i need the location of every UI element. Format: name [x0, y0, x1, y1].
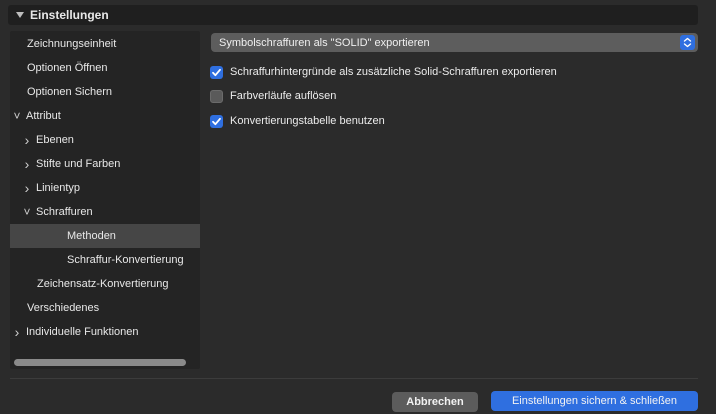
tree-item-label: Schraffur-Konvertierung [67, 254, 184, 266]
option-label: Schraffurhintergründe als zusätzliche So… [230, 66, 557, 78]
checkbox-icon[interactable] [210, 89, 223, 103]
chevron-down-icon[interactable]: ˅ [22, 205, 32, 219]
option-use-conversion-table[interactable]: Konvertierungstabelle benutzen [210, 113, 385, 129]
section-title: Einstellungen [30, 8, 109, 22]
tree-item[interactable]: Methoden [10, 224, 200, 248]
tree-item[interactable]: › Linientyp [10, 176, 200, 200]
tree-item-label: Attribut [26, 110, 61, 122]
horizontal-scrollbar[interactable] [10, 355, 200, 369]
tree-item-label: Stifte und Farben [36, 158, 121, 170]
tree-item[interactable]: › Individuelle Funktionen [10, 320, 200, 344]
checkbox-icon[interactable] [210, 65, 223, 79]
tree-item-label: Linientyp [36, 182, 81, 194]
tree-item[interactable]: Zeichnungseinheit [10, 32, 200, 56]
chevron-right-icon[interactable]: › [22, 180, 32, 196]
chevron-right-icon[interactable]: › [12, 324, 22, 340]
tree-item[interactable]: › Stifte und Farben [10, 152, 200, 176]
tree-item[interactable]: ˅ Attribut [10, 104, 200, 128]
chevron-right-icon[interactable]: › [22, 132, 32, 148]
option-label: Konvertierungstabelle benutzen [230, 115, 385, 127]
tree-item-label: Schraffuren [36, 206, 93, 218]
option-label: Farbverläufe auflösen [230, 90, 337, 102]
tree-item[interactable]: Verschiedenes [10, 296, 200, 320]
tree-item-label: Methoden [67, 230, 116, 242]
symbol-hatch-export-select[interactable]: Symbolschraffuren als "SOLID" exportiere… [211, 33, 698, 52]
option-hatch-backgrounds[interactable]: Schraffurhintergründe als zusätzliche So… [210, 64, 557, 80]
tree-item[interactable]: Optionen Sichern [10, 80, 200, 104]
settings-tree: Zeichnungseinheit Optionen Öffnen Optionen… [10, 31, 200, 369]
footer-divider [10, 378, 698, 379]
chevron-right-icon[interactable]: › [22, 156, 32, 172]
select-value: Symbolschraffuren als "SOLID" exportiere… [219, 36, 430, 49]
tree-item-label: Individuelle Funktionen [26, 326, 139, 338]
tree-item-label: Zeichensatz-Konvertierung [37, 278, 169, 290]
scrollbar-thumb[interactable] [14, 359, 186, 366]
tree-item[interactable]: Zeichensatz-Konvertierung [10, 272, 200, 296]
tree-item[interactable]: Schraffur-Konvertierung [10, 248, 200, 272]
tree-item[interactable]: ˅ Schraffuren [10, 200, 200, 224]
cancel-button[interactable]: Abbrechen [392, 392, 478, 412]
settings-section-header[interactable]: Einstellungen [8, 5, 698, 25]
tree-item[interactable]: › Ebenen [10, 128, 200, 152]
tree-item-label: Optionen Öffnen [27, 62, 108, 74]
tree-item[interactable]: Optionen Öffnen [10, 56, 200, 80]
tree-item-label: Verschiedenes [27, 302, 100, 314]
disclosure-triangle-icon[interactable] [16, 12, 24, 18]
save-and-close-button[interactable]: Einstellungen sichern & schließen [491, 391, 698, 411]
tree-item-label: Zeichnungseinheit [27, 38, 117, 50]
select-stepper-icon[interactable] [680, 35, 695, 50]
option-resolve-gradients[interactable]: Farbverläufe auflösen [210, 88, 336, 104]
tree-item-label: Ebenen [36, 134, 74, 146]
tree-item-label: Optionen Sichern [27, 86, 112, 98]
checkbox-icon[interactable] [210, 114, 223, 128]
chevron-down-icon[interactable]: ˅ [12, 109, 22, 123]
